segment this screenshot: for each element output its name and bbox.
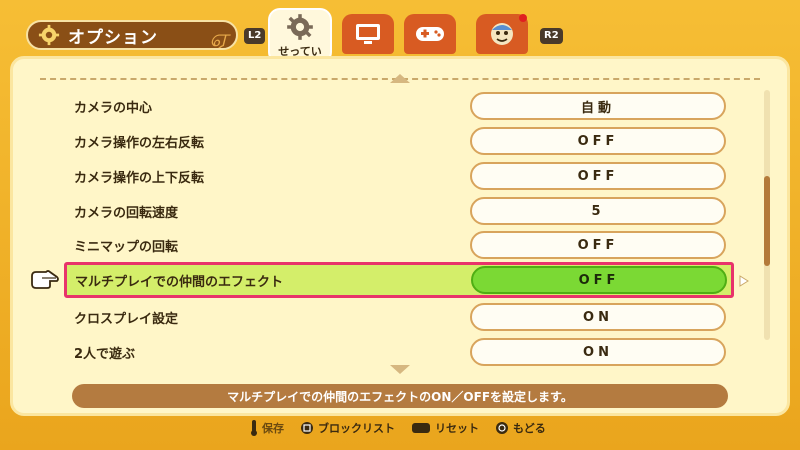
save-hint[interactable]: 保存 — [250, 420, 284, 436]
scroll-down-icon[interactable] — [388, 364, 412, 376]
square-button-icon — [301, 422, 313, 434]
option-row[interactable]: カメラ操作の左右反転 OFF — [66, 125, 736, 157]
trigger-button-icon — [412, 423, 430, 433]
option-row[interactable]: カメラ操作の上下反転 OFF — [66, 160, 736, 192]
description-text: マルチプレイでの仲間のエフェクトのON／OFFを設定します。 — [227, 389, 573, 404]
block-list-hint[interactable]: ブロックリスト — [300, 420, 395, 436]
gear-icon — [38, 24, 60, 46]
l2-button-hint[interactable]: L2 — [244, 28, 266, 44]
option-row-selected[interactable]: マルチプレイでの仲間のエフェクト OFF — [64, 262, 734, 298]
save-label: 保存 — [262, 422, 284, 435]
option-value-button[interactable]: 5 — [470, 197, 726, 225]
back-hint[interactable]: もどる — [495, 420, 546, 436]
reset-label: リセット — [435, 422, 479, 435]
block-list-label: ブロックリスト — [318, 422, 395, 435]
tab-controller[interactable] — [404, 14, 456, 54]
circle-button-icon — [496, 422, 508, 434]
controller-icon — [416, 27, 444, 41]
option-value-button[interactable]: 自動 — [470, 92, 726, 120]
description-bar: マルチプレイでの仲間のエフェクトのON／OFFを設定します。 — [72, 384, 728, 408]
footer-hints: 保存 ブロックリスト リセット もどる — [250, 418, 556, 438]
option-value-button[interactable]: ON — [470, 338, 726, 366]
option-value-button[interactable]: OFF — [470, 162, 726, 190]
tab-display[interactable] — [342, 14, 394, 54]
back-label: もどる — [513, 422, 546, 435]
arrow-right-icon[interactable] — [739, 275, 749, 287]
option-row[interactable]: カメラの回転速度 5 — [66, 195, 736, 227]
pointing-hand-icon — [31, 270, 59, 289]
stick-icon — [251, 420, 257, 436]
scrollbar[interactable] — [764, 90, 770, 340]
option-value-button[interactable]: ON — [470, 303, 726, 331]
character-icon — [491, 23, 513, 45]
monitor-icon — [356, 24, 380, 44]
page-title: オプション — [68, 27, 158, 48]
reset-hint[interactable]: リセット — [411, 420, 479, 436]
header-title-pill: オプション ஏ — [26, 20, 238, 50]
scrollbar-thumb[interactable] — [764, 176, 770, 266]
r2-button-hint[interactable]: R2 — [540, 28, 563, 44]
scroll-up-icon[interactable] — [388, 72, 412, 84]
gear-icon — [287, 14, 313, 40]
option-value-button[interactable]: OFF — [470, 127, 726, 155]
option-row[interactable]: クロスプレイ設定 ON — [66, 301, 736, 333]
option-row[interactable]: カメラの中心 自動 — [66, 90, 736, 122]
option-value-button[interactable]: OFF — [471, 266, 727, 294]
option-value-button[interactable]: OFF — [470, 231, 726, 259]
notification-dot — [519, 14, 527, 22]
option-row[interactable]: ミニマップの回転 OFF — [66, 229, 736, 261]
decorative-swirl-icon: ஏ — [209, 24, 228, 50]
